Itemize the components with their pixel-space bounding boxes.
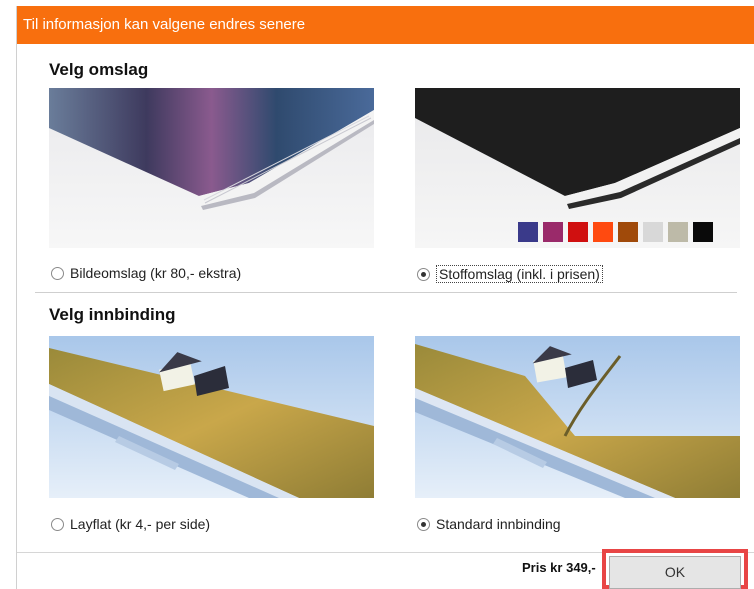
binding-section-heading: Velg innbinding <box>49 305 176 324</box>
swatch-color[interactable] <box>518 222 538 242</box>
fabric-cover-radio[interactable] <box>417 267 430 281</box>
fabric-cover-option[interactable]: Stoffomslag (inkl. i prisen) <box>417 265 603 283</box>
photo-cover-option[interactable]: Bildeomslag (kr 80,- ekstra) <box>51 265 241 281</box>
cover-section-heading: Velg omslag <box>49 60 149 79</box>
standard-binding-label: Standard innbinding <box>436 516 561 532</box>
swatch-color[interactable] <box>618 222 638 242</box>
dialog-title-bar: Til informasjon kan valgene endres sener… <box>17 6 754 44</box>
layflat-binding-image[interactable] <box>49 336 374 498</box>
standard-binding-option[interactable]: Standard innbinding <box>417 516 561 532</box>
layflat-binding-option[interactable]: Layflat (kr 4,- per side) <box>51 516 210 532</box>
photo-cover-radio[interactable] <box>51 266 64 280</box>
standard-binding-radio[interactable] <box>417 517 430 531</box>
swatch-color[interactable] <box>593 222 613 242</box>
options-dialog: Til informasjon kan valgene endres sener… <box>16 6 754 589</box>
price-label: Pris kr 349,- <box>522 560 596 575</box>
photo-cover-image[interactable] <box>49 88 374 248</box>
section-divider <box>35 292 737 293</box>
photo-cover-label: Bildeomslag (kr 80,- ekstra) <box>70 265 242 281</box>
swatch-color[interactable] <box>543 222 563 242</box>
standard-binding-image[interactable] <box>415 336 740 498</box>
layflat-binding-radio[interactable] <box>51 517 64 531</box>
layflat-binding-label: Layflat (kr 4,- per side) <box>70 516 211 532</box>
fabric-cover-label: Stoffomslag (inkl. i prisen) <box>436 265 603 283</box>
swatch-color[interactable] <box>693 222 713 242</box>
swatch-color[interactable] <box>668 222 688 242</box>
ok-button[interactable]: OK <box>609 556 741 589</box>
swatch-color[interactable] <box>643 222 663 242</box>
swatch-color[interactable] <box>568 222 588 242</box>
